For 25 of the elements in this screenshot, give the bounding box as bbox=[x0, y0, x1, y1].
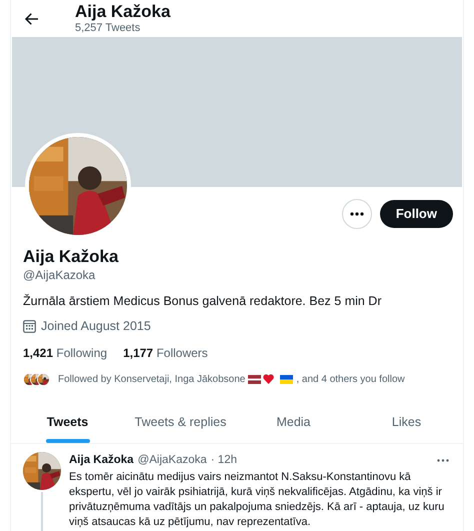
profile-name: Aija Kažoka bbox=[23, 247, 120, 267]
flag-icon bbox=[248, 374, 262, 384]
calendar-icon bbox=[23, 320, 36, 333]
flag-icon bbox=[280, 374, 294, 384]
stat-link[interactable]: 1,421 Following bbox=[23, 344, 108, 362]
heart-icon bbox=[263, 374, 274, 384]
tweet-time: · 12h bbox=[210, 452, 237, 468]
follow-button[interactable]: Follow bbox=[380, 200, 453, 228]
tweet-text: Es tomēr aicinātu medijus vairs neizmantot N.Saksu-Konstantinovu kā ekspertu, vēl jo vairāk psihiatrijā, kurā viņš nekvalificējas. Atgādinu, ka viņš ir privātuzņēmuma vadītājs un pakalpojuma sniedzējs. Kā arī - aptauja, uz kuru viņš atsaucas kā uz pētījumu, nav reprezentatīva. bbox=[69, 470, 446, 530]
author-handle: @AijaKazoka bbox=[138, 452, 207, 468]
stat-link[interactable]: 1,177 Followers bbox=[123, 344, 208, 362]
author-name: Aija Kažoka bbox=[69, 452, 134, 468]
profile-tab[interactable]: Tweets & replies bbox=[124, 402, 237, 443]
profile-handle: @AijaKazoka bbox=[23, 267, 96, 283]
tweet-count: 5,257 Tweets bbox=[75, 22, 142, 35]
profile-tab[interactable]: Media bbox=[237, 402, 350, 443]
joined-date: Joined August 2015 bbox=[41, 318, 151, 335]
profile-tab[interactable]: Likes bbox=[350, 402, 463, 443]
more-icon bbox=[350, 212, 364, 216]
more-button[interactable] bbox=[342, 199, 372, 229]
followed-by-text: , and 4 others you follow bbox=[296, 372, 405, 387]
followed-by-text: Followed by Konservetaji, Inga Jākobsone bbox=[58, 372, 246, 387]
profile-bio: Žurnāla ārstiem Medicus Bonus galvenā redaktore. Bez 5 min Dr bbox=[23, 293, 382, 309]
profile-title: Aija Kažoka bbox=[75, 2, 170, 22]
profile-tab[interactable]: Tweets bbox=[11, 402, 124, 443]
